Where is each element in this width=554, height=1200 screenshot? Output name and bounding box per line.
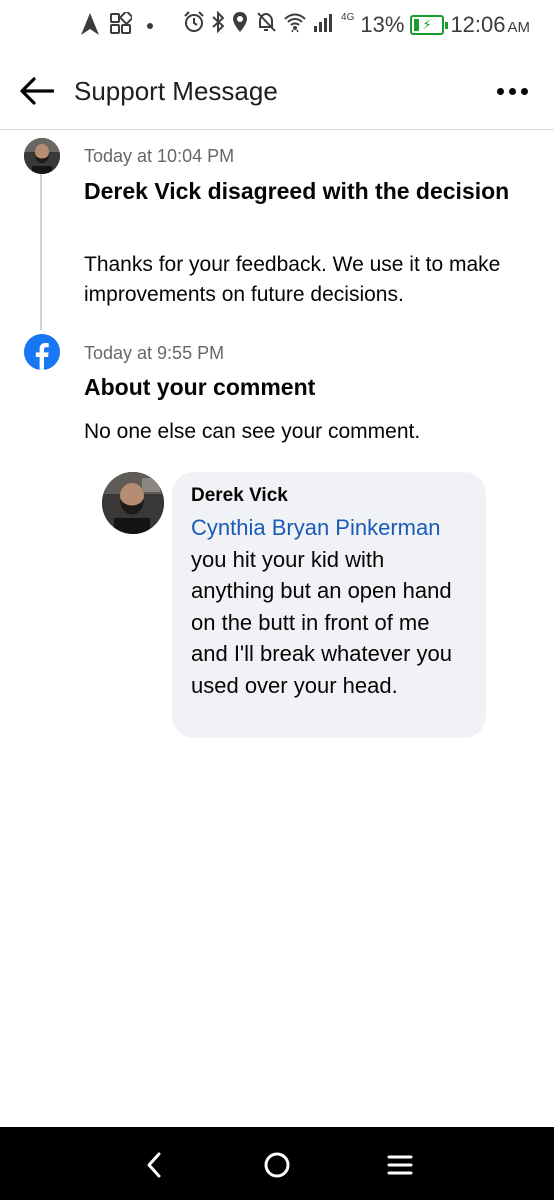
dot-icon <box>142 12 158 41</box>
arrow-left-icon <box>20 77 54 105</box>
timeline-entry-time: Today at 10:04 PM <box>84 146 235 166</box>
comment-bubble: Derek Vick Cynthia Bryan Pinkerman you hi… <box>172 472 486 738</box>
page-title: Support Message <box>74 76 278 106</box>
clock: 12:06 AM <box>450 12 530 38</box>
apps-icon <box>110 10 134 41</box>
network-type-label: 4G <box>341 12 355 23</box>
timeline-entry-body: Thanks for your feedback. We use it to m… <box>84 253 501 306</box>
alarm-icon <box>183 10 205 39</box>
status-bar-right: 4G 13% ⚡ 12:06 AM <box>183 10 530 39</box>
comment-text-block: Cynthia Bryan Pinkerman you hit your kid … <box>191 512 468 701</box>
system-navigation-bar <box>0 1127 554 1200</box>
nav-home-icon <box>264 1152 290 1178</box>
timeline-connector <box>40 172 42 330</box>
clock-time: 12:06 <box>450 11 506 37</box>
timeline-entry-title: Derek Vick disagreed with the decision <box>84 178 510 204</box>
bluetooth-icon <box>211 10 225 39</box>
mute-icon <box>255 10 277 39</box>
avatar <box>24 138 60 174</box>
clock-ampm: AM <box>507 18 531 36</box>
nav-back-icon <box>147 1152 161 1178</box>
comment-mention-link[interactable]: Cynthia Bryan Pinkerman <box>191 515 440 540</box>
location-icon <box>231 10 249 39</box>
more-horizontal-icon <box>496 87 504 95</box>
nav-home-button[interactable] <box>257 1145 297 1185</box>
comment-author-avatar <box>102 472 164 534</box>
nav-menu-icon <box>387 1155 413 1175</box>
nav-menu-button[interactable] <box>380 1145 420 1185</box>
app-header: Support Message <box>0 52 554 130</box>
timeline-entry-time: Today at 9:55 PM <box>84 343 225 363</box>
more-options-button[interactable] <box>492 74 532 108</box>
navigation-icon <box>80 12 100 41</box>
timeline-entry-body: No one else can see your comment. <box>84 420 421 443</box>
back-button[interactable] <box>18 72 56 110</box>
status-bar: 4G 13% ⚡ 12:06 AM <box>0 0 554 50</box>
nav-back-button[interactable] <box>134 1145 174 1185</box>
comment-text: you hit your kid with anything but an op… <box>191 546 453 698</box>
battery-percent: 13% <box>360 11 405 37</box>
signal-icon <box>313 10 335 39</box>
timeline-entry-title: About your comment <box>84 374 316 400</box>
facebook-logo-icon <box>24 334 60 370</box>
status-bar-left <box>80 10 158 41</box>
battery-icon: ⚡ <box>410 14 449 35</box>
comment-author-name: Derek Vick <box>191 485 288 506</box>
wifi-icon <box>283 10 307 39</box>
